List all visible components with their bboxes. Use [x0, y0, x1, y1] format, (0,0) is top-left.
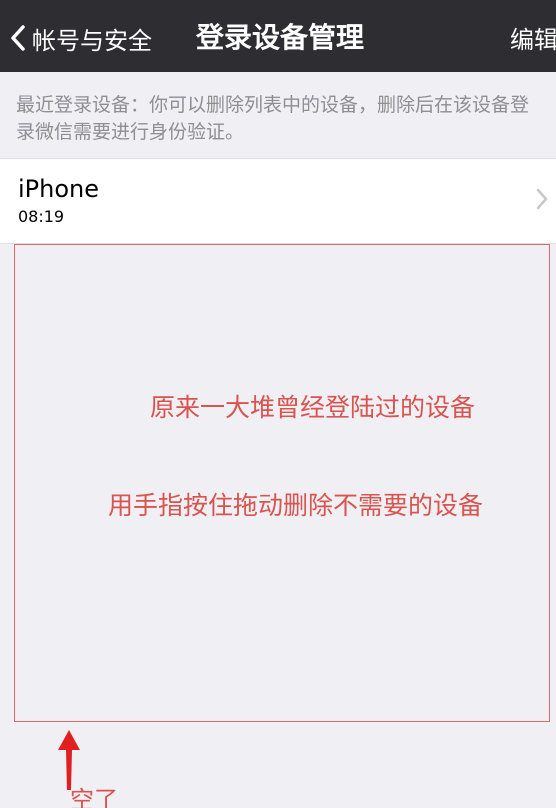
back-button-label: 帐号与安全 — [32, 26, 152, 55]
navigation-bar: 帐号与安全 登录设备管理 编辑 — [0, 0, 556, 72]
device-list-item[interactable]: iPhone 08:19 — [0, 158, 556, 244]
annotation-empty-label: 空了 — [70, 786, 118, 808]
hint-text: 最近登录设备：你可以删除列表中的设备，删除后在该设备登录微信需要进行身份验证。 — [16, 94, 530, 143]
device-login-time: 08:19 — [18, 207, 65, 226]
device-management-screen: 帐号与安全 登录设备管理 编辑 最近登录设备：你可以删除列表中的设备，删除后在该… — [0, 0, 556, 808]
annotation-text-past-devices: 原来一大堆曾经登陆过的设备 — [150, 393, 476, 422]
chevron-right-icon — [536, 188, 548, 214]
device-name: iPhone — [18, 175, 100, 203]
back-button[interactable]: 帐号与安全 — [10, 18, 152, 58]
chevron-left-icon — [10, 24, 26, 52]
annotation-text-drag-delete: 用手指按住拖动删除不需要的设备 — [108, 491, 484, 520]
page-title: 登录设备管理 — [196, 21, 365, 54]
edit-button[interactable]: 编辑 — [510, 22, 556, 58]
annotation-box — [14, 244, 550, 722]
